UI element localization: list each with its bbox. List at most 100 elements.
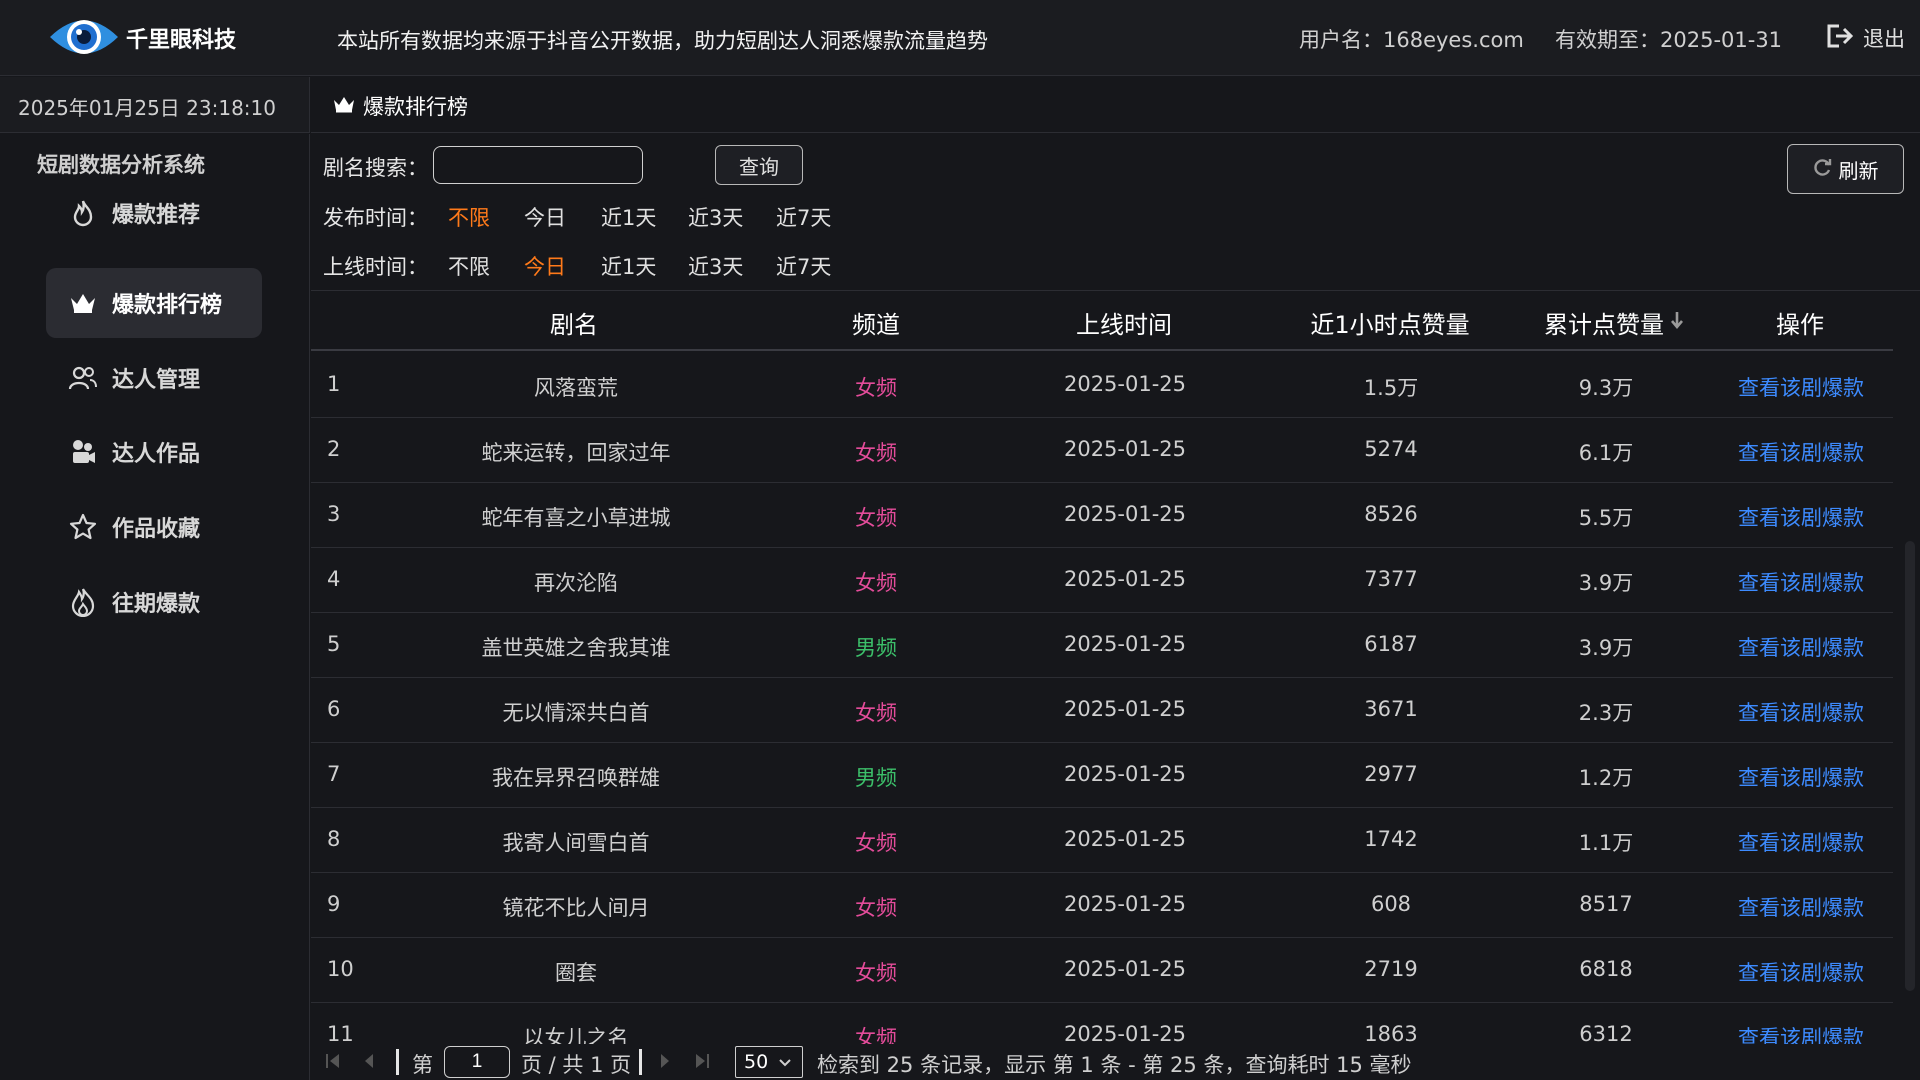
logout-icon xyxy=(1825,23,1855,54)
view-drama-hits-link[interactable]: 查看该剧爆款 xyxy=(1738,697,1864,727)
cell-index: 10 xyxy=(327,957,354,981)
cell-drama-name: 我在异界召唤群雄 xyxy=(492,766,660,790)
tab-label: 爆款排行榜 xyxy=(363,95,468,119)
site-notice: 本站所有数据均来源于抖音公开数据，助力短剧达人洞悉爆款流量趋势 xyxy=(337,29,988,53)
sidebar-item-past-hits[interactable]: 往期爆款 xyxy=(46,567,262,637)
cell-online-date: 2025-01-25 xyxy=(1063,957,1187,981)
sidebar-item-favorites[interactable]: 作品收藏 xyxy=(46,492,262,562)
online-option-today[interactable]: 今日 xyxy=(524,251,566,281)
system-title: 短剧数据分析系统 xyxy=(37,153,205,177)
brand-name: 千里眼科技 xyxy=(126,28,237,53)
tab-ranking[interactable]: 爆款排行榜 xyxy=(333,91,468,121)
view-drama-hits-link[interactable]: 查看该剧爆款 xyxy=(1738,437,1864,467)
cell-hour-likes: 7377 xyxy=(1364,567,1418,591)
sidebar-item-hot-recommend[interactable]: 爆款推荐 xyxy=(46,178,262,248)
main-content: 剧名搜索： 查询 刷新 发布时间： 不限 今日 近1天 近3天 近7天 上线时间… xyxy=(311,134,1920,1080)
cell-drama-name: 我寄人间雪白首 xyxy=(502,831,650,855)
view-drama-hits-link[interactable]: 查看该剧爆款 xyxy=(1738,372,1864,402)
cell-total-likes: 6818 xyxy=(1579,957,1633,981)
star-icon xyxy=(68,512,98,542)
col-header-name: 剧名 xyxy=(550,311,598,339)
cell-hour-likes: 1863 xyxy=(1364,1022,1418,1046)
view-drama-hits-link[interactable]: 查看该剧爆款 xyxy=(1738,762,1864,792)
view-drama-hits-link[interactable]: 查看该剧爆款 xyxy=(1738,892,1864,922)
publish-option-1d[interactable]: 近1天 xyxy=(601,202,656,232)
page-number-input[interactable] xyxy=(444,1046,510,1078)
cell-index: 8 xyxy=(327,827,341,851)
cell-channel: 女频 xyxy=(855,896,897,920)
cell-index: 7 xyxy=(327,762,341,786)
view-drama-hits-link[interactable]: 查看该剧爆款 xyxy=(1738,632,1864,662)
sidebar-item-talent-works[interactable]: 达人作品 xyxy=(46,417,262,487)
cell-hour-likes: 1.5万 xyxy=(1363,376,1419,400)
sidebar: 短剧数据分析系统 爆款推荐 爆款排行榜 达人管理 达人作品 作品收藏 往期爆款 xyxy=(0,134,310,1080)
online-option-1d[interactable]: 近1天 xyxy=(601,251,656,281)
publish-option-7d[interactable]: 近7天 xyxy=(776,202,831,232)
cell-online-date: 2025-01-25 xyxy=(1063,437,1187,461)
next-page-icon[interactable] xyxy=(659,1052,679,1072)
publish-option-3d[interactable]: 近3天 xyxy=(688,202,743,232)
cell-total-likes: 1.2万 xyxy=(1578,766,1634,790)
col-header-online-date: 上线时间 xyxy=(1076,311,1172,339)
publish-time-label: 发布时间： xyxy=(323,206,428,230)
cell-channel: 女频 xyxy=(855,831,897,855)
view-drama-hits-link[interactable]: 查看该剧爆款 xyxy=(1738,567,1864,597)
prev-page-icon[interactable] xyxy=(363,1052,383,1072)
online-option-3d[interactable]: 近3天 xyxy=(688,251,743,281)
top-header: 千里眼科技 本站所有数据均来源于抖音公开数据，助力短剧达人洞悉爆款流量趋势 用户… xyxy=(0,0,1920,76)
cell-channel: 男频 xyxy=(855,636,897,660)
cell-hour-likes: 8526 xyxy=(1364,502,1418,526)
page-size-select[interactable]: 50 xyxy=(735,1046,803,1078)
drama-search-input[interactable] xyxy=(433,146,643,184)
col-header-total-likes-sort[interactable]: 累计点赞量 xyxy=(1544,305,1684,340)
cell-online-date: 2025-01-25 xyxy=(1063,502,1187,526)
pagination-bar: 第 页 / 共 1 页 50 检索到 25 条记录，显示 第 1 条 - 第 2… xyxy=(311,1044,1920,1080)
cell-index: 2 xyxy=(327,437,341,461)
online-option-7d[interactable]: 近7天 xyxy=(776,251,831,281)
sidebar-item-ranking[interactable]: 爆款排行榜 xyxy=(46,268,262,338)
publish-option-any[interactable]: 不限 xyxy=(448,202,490,232)
last-page-icon[interactable] xyxy=(694,1052,714,1072)
cell-index: 5 xyxy=(327,632,341,656)
publish-option-today[interactable]: 今日 xyxy=(524,202,566,232)
cell-index: 9 xyxy=(327,892,341,916)
cell-hour-likes: 5274 xyxy=(1364,437,1418,461)
table-row: 10 圈套 女频 2025-01-25 2719 6818 查看该剧爆款 xyxy=(311,938,1893,1003)
cell-drama-name: 蛇来运转，回家过年 xyxy=(481,441,671,465)
current-datetime: 2025年01月25日 23:18:10 xyxy=(18,96,276,120)
online-option-any[interactable]: 不限 xyxy=(448,251,490,281)
view-drama-hits-link[interactable]: 查看该剧爆款 xyxy=(1738,827,1864,857)
cell-total-likes: 3.9万 xyxy=(1578,571,1634,595)
cell-hour-likes: 6187 xyxy=(1364,632,1418,656)
table-row: 5 盖世英雄之舍我其谁 男频 2025-01-25 6187 3.9万 查看该剧爆款 xyxy=(311,613,1893,678)
query-button[interactable]: 查询 xyxy=(715,145,803,185)
refresh-label: 刷新 xyxy=(1838,158,1879,183)
view-drama-hits-link[interactable]: 查看该剧爆款 xyxy=(1738,957,1864,987)
view-drama-hits-link[interactable]: 查看该剧爆款 xyxy=(1738,502,1864,532)
crown-icon xyxy=(333,94,355,118)
cell-drama-name: 蛇年有喜之小草进城 xyxy=(481,506,671,530)
cell-online-date: 2025-01-25 xyxy=(1063,892,1187,916)
first-page-icon[interactable] xyxy=(325,1052,345,1072)
ranking-table: 剧名 频道 上线时间 近1小时点赞量 累计点赞量 操作 1 风落蛮荒 女频 2025-… xyxy=(311,290,1920,1080)
username-label: 用户名：168eyes.com xyxy=(1299,28,1524,52)
table-row: 6 无以情深共白首 女频 2025-01-25 3671 2.3万 查看该剧爆款 xyxy=(311,678,1893,743)
flame-icon xyxy=(68,198,98,228)
logout-button[interactable]: 退出 xyxy=(1825,22,1905,54)
col-header-hour-likes[interactable]: 近1小时点赞量 xyxy=(1310,305,1469,340)
cell-channel: 女频 xyxy=(855,441,897,465)
sidebar-item-talent-manage[interactable]: 达人管理 xyxy=(46,343,262,413)
table-scrollbar[interactable] xyxy=(1905,541,1915,991)
film-icon xyxy=(68,437,98,467)
cell-hour-likes: 2977 xyxy=(1364,762,1418,786)
cell-online-date: 2025-01-25 xyxy=(1063,632,1187,656)
sidebar-item-label: 爆款推荐 xyxy=(112,203,201,228)
pager-total: 页 / 共 1 页 xyxy=(521,1053,632,1077)
sidebar-item-label: 往期爆款 xyxy=(112,592,201,617)
cell-total-likes: 3.9万 xyxy=(1578,636,1634,660)
cell-total-likes: 2.3万 xyxy=(1578,701,1634,725)
cell-online-date: 2025-01-25 xyxy=(1063,372,1187,396)
refresh-button[interactable]: 刷新 xyxy=(1787,144,1904,194)
cell-channel: 女频 xyxy=(855,961,897,985)
cell-index: 11 xyxy=(327,1022,354,1046)
